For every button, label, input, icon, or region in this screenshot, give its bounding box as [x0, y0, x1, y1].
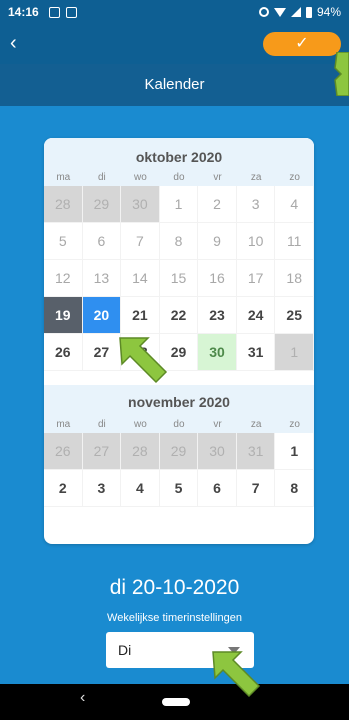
day-cell[interactable]: 24 [236, 297, 276, 334]
day-cell[interactable]: 13 [82, 260, 122, 297]
nav-home-button[interactable] [162, 698, 190, 706]
day-cell: 29 [159, 433, 199, 470]
wifi-icon [273, 7, 286, 17]
guide-arrow-icon [119, 337, 168, 384]
weekday-select-value: Di [118, 642, 132, 658]
day-cell-highlighted[interactable]: 30 [198, 334, 237, 371]
day-cell: 30 [121, 186, 160, 223]
day-cell: 28 [44, 186, 83, 223]
day-cell[interactable]: 31 [236, 334, 276, 371]
day-cell[interactable]: 3 [236, 186, 276, 223]
day-cell[interactable]: 5 [44, 223, 83, 260]
month-october: oktober 2020 ma di wo do vr za zo 28 29 … [44, 138, 314, 371]
day-cell-selected[interactable]: 20 [82, 297, 122, 334]
day-cell[interactable]: 14 [121, 260, 160, 297]
battery-icon [305, 6, 312, 18]
weekday-label: zo [289, 172, 300, 183]
day-cell: 26 [44, 433, 83, 470]
day-cell[interactable]: 15 [159, 260, 199, 297]
day-cell: 28 [121, 433, 160, 470]
day-cell[interactable]: 27 [82, 334, 122, 371]
day-cell[interactable]: 2 [198, 186, 237, 223]
day-cell[interactable]: 4 [275, 186, 314, 223]
day-cell[interactable]: 16 [198, 260, 237, 297]
weekday-label: wo [134, 419, 147, 430]
month-november: november 2020 ma di wo do vr za zo 26 27… [44, 385, 314, 507]
status-time: 14:16 [8, 5, 39, 19]
day-cell[interactable]: 6 [82, 223, 122, 260]
guide-arrow-icon [212, 651, 261, 698]
month-header: oktober 2020 [135, 149, 223, 165]
day-cell[interactable]: 7 [121, 223, 160, 260]
weekday-label: wo [134, 172, 147, 183]
nav-back-button[interactable]: ‹ [80, 689, 85, 707]
app-bar: ‹ ✓ [0, 24, 349, 64]
month-header: november 2020 [128, 394, 230, 410]
day-cell[interactable]: 11 [275, 223, 314, 260]
day-cell: 1 [275, 334, 314, 371]
day-cell[interactable]: 2 [44, 470, 83, 507]
day-cell[interactable]: 26 [44, 334, 83, 371]
weekday-label: ma [56, 419, 71, 430]
day-cell[interactable]: 3 [82, 470, 122, 507]
day-grid: 28 29 30 1 2 3 4 5 6 7 8 9 10 11 12 13 1… [44, 186, 314, 371]
day-cell[interactable]: 17 [236, 260, 276, 297]
guide-arrow-icon [334, 52, 349, 96]
day-cell[interactable]: 12 [44, 260, 83, 297]
weekday-label: di [97, 419, 106, 430]
phone-notification-icon [65, 6, 77, 18]
day-cell[interactable]: 4 [121, 470, 160, 507]
image-notification-icon [48, 6, 60, 18]
month-separator [44, 371, 314, 385]
battery-level: 94% [316, 5, 341, 19]
day-cell[interactable]: 1 [159, 186, 199, 223]
day-cell: 31 [236, 433, 276, 470]
day-cell[interactable]: 8 [275, 470, 314, 507]
weekday-label: za [250, 419, 262, 430]
timer-settings-label: Wekelijkse timerinstellingen [107, 612, 242, 624]
confirm-button[interactable]: ✓ [263, 32, 341, 56]
day-cell[interactable]: 5 [159, 470, 199, 507]
day-cell: 27 [82, 433, 122, 470]
day-cell[interactable]: 22 [159, 297, 199, 334]
weekday-row: ma di wo do vr za zo [44, 170, 314, 186]
system-nav-bar: ‹ [0, 684, 349, 720]
day-cell[interactable]: 23 [198, 297, 237, 334]
weekday-label: do [173, 419, 185, 430]
weekday-label: ma [56, 172, 71, 183]
day-grid: 26 27 28 29 30 31 1 2 3 4 5 6 7 8 [44, 433, 314, 507]
weekday-label: zo [289, 419, 300, 430]
selected-date-display: di 20-10-2020 [109, 576, 240, 599]
day-cell[interactable]: 6 [198, 470, 237, 507]
status-bar: 14:16 94% [0, 0, 349, 24]
back-icon: ‹ [10, 32, 17, 54]
weekday-label: vr [213, 419, 222, 430]
day-cell[interactable]: 21 [121, 297, 160, 334]
weekday-label: vr [213, 172, 222, 183]
day-cell-today[interactable]: 19 [44, 297, 83, 334]
weekday-label: do [173, 172, 185, 183]
day-cell: 30 [198, 433, 237, 470]
check-icon: ✓ [295, 35, 309, 52]
calendar-card: oktober 2020 ma di wo do vr za zo 28 29 … [44, 138, 314, 544]
day-cell[interactable]: 1 [275, 433, 314, 470]
page-title: Kalender [0, 64, 349, 106]
weekday-label: di [97, 172, 106, 183]
weekday-row: ma di wo do vr za zo [44, 417, 314, 433]
day-cell: 29 [82, 186, 122, 223]
day-cell[interactable]: 10 [236, 223, 276, 260]
signal-icon [290, 7, 301, 17]
day-cell[interactable]: 9 [198, 223, 237, 260]
day-cell[interactable]: 7 [236, 470, 276, 507]
weekday-label: za [250, 172, 262, 183]
day-cell[interactable]: 8 [159, 223, 199, 260]
back-button[interactable]: ‹ [10, 32, 34, 56]
sync-icon [258, 7, 269, 17]
day-cell[interactable]: 25 [275, 297, 314, 334]
day-cell[interactable]: 18 [275, 260, 314, 297]
